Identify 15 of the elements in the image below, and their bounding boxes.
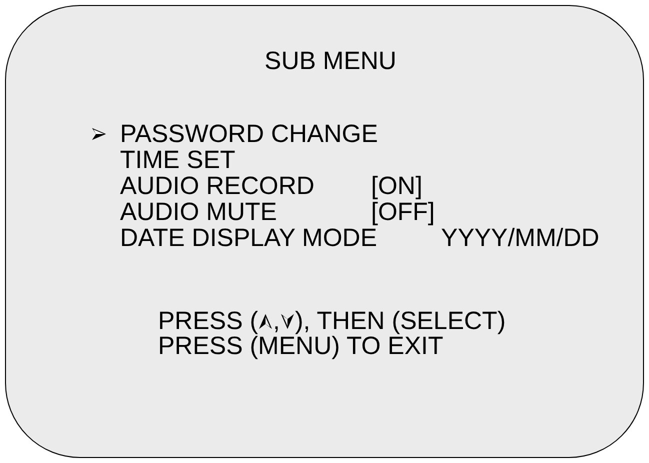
menu-item[interactable]: DATE DISPLAY MODE xyxy=(120,225,378,251)
menu-item-value: [ON] xyxy=(371,173,422,199)
hint-text: ), THEN (SELECT) xyxy=(294,309,506,334)
hint-text: , xyxy=(273,309,280,334)
menu-item[interactable]: TIME SET xyxy=(120,147,371,173)
down-arrow-icon xyxy=(280,314,294,329)
up-arrow-icon xyxy=(259,314,272,329)
menu-title: SUB MENU xyxy=(264,48,398,74)
hint-text: PRESS (MENU) TO EXIT xyxy=(158,334,444,359)
hint-text: PRESS ( xyxy=(158,309,258,334)
menu-item[interactable]: PASSWORD CHANGE xyxy=(120,121,378,147)
menu-item[interactable]: AUDIO RECORD xyxy=(120,173,371,199)
menu-item-value: YYYY/MM/DD xyxy=(441,225,600,251)
menu-item-value: [OFF] xyxy=(371,199,435,225)
menu-item[interactable]: AUDIO MUTE xyxy=(120,199,371,225)
